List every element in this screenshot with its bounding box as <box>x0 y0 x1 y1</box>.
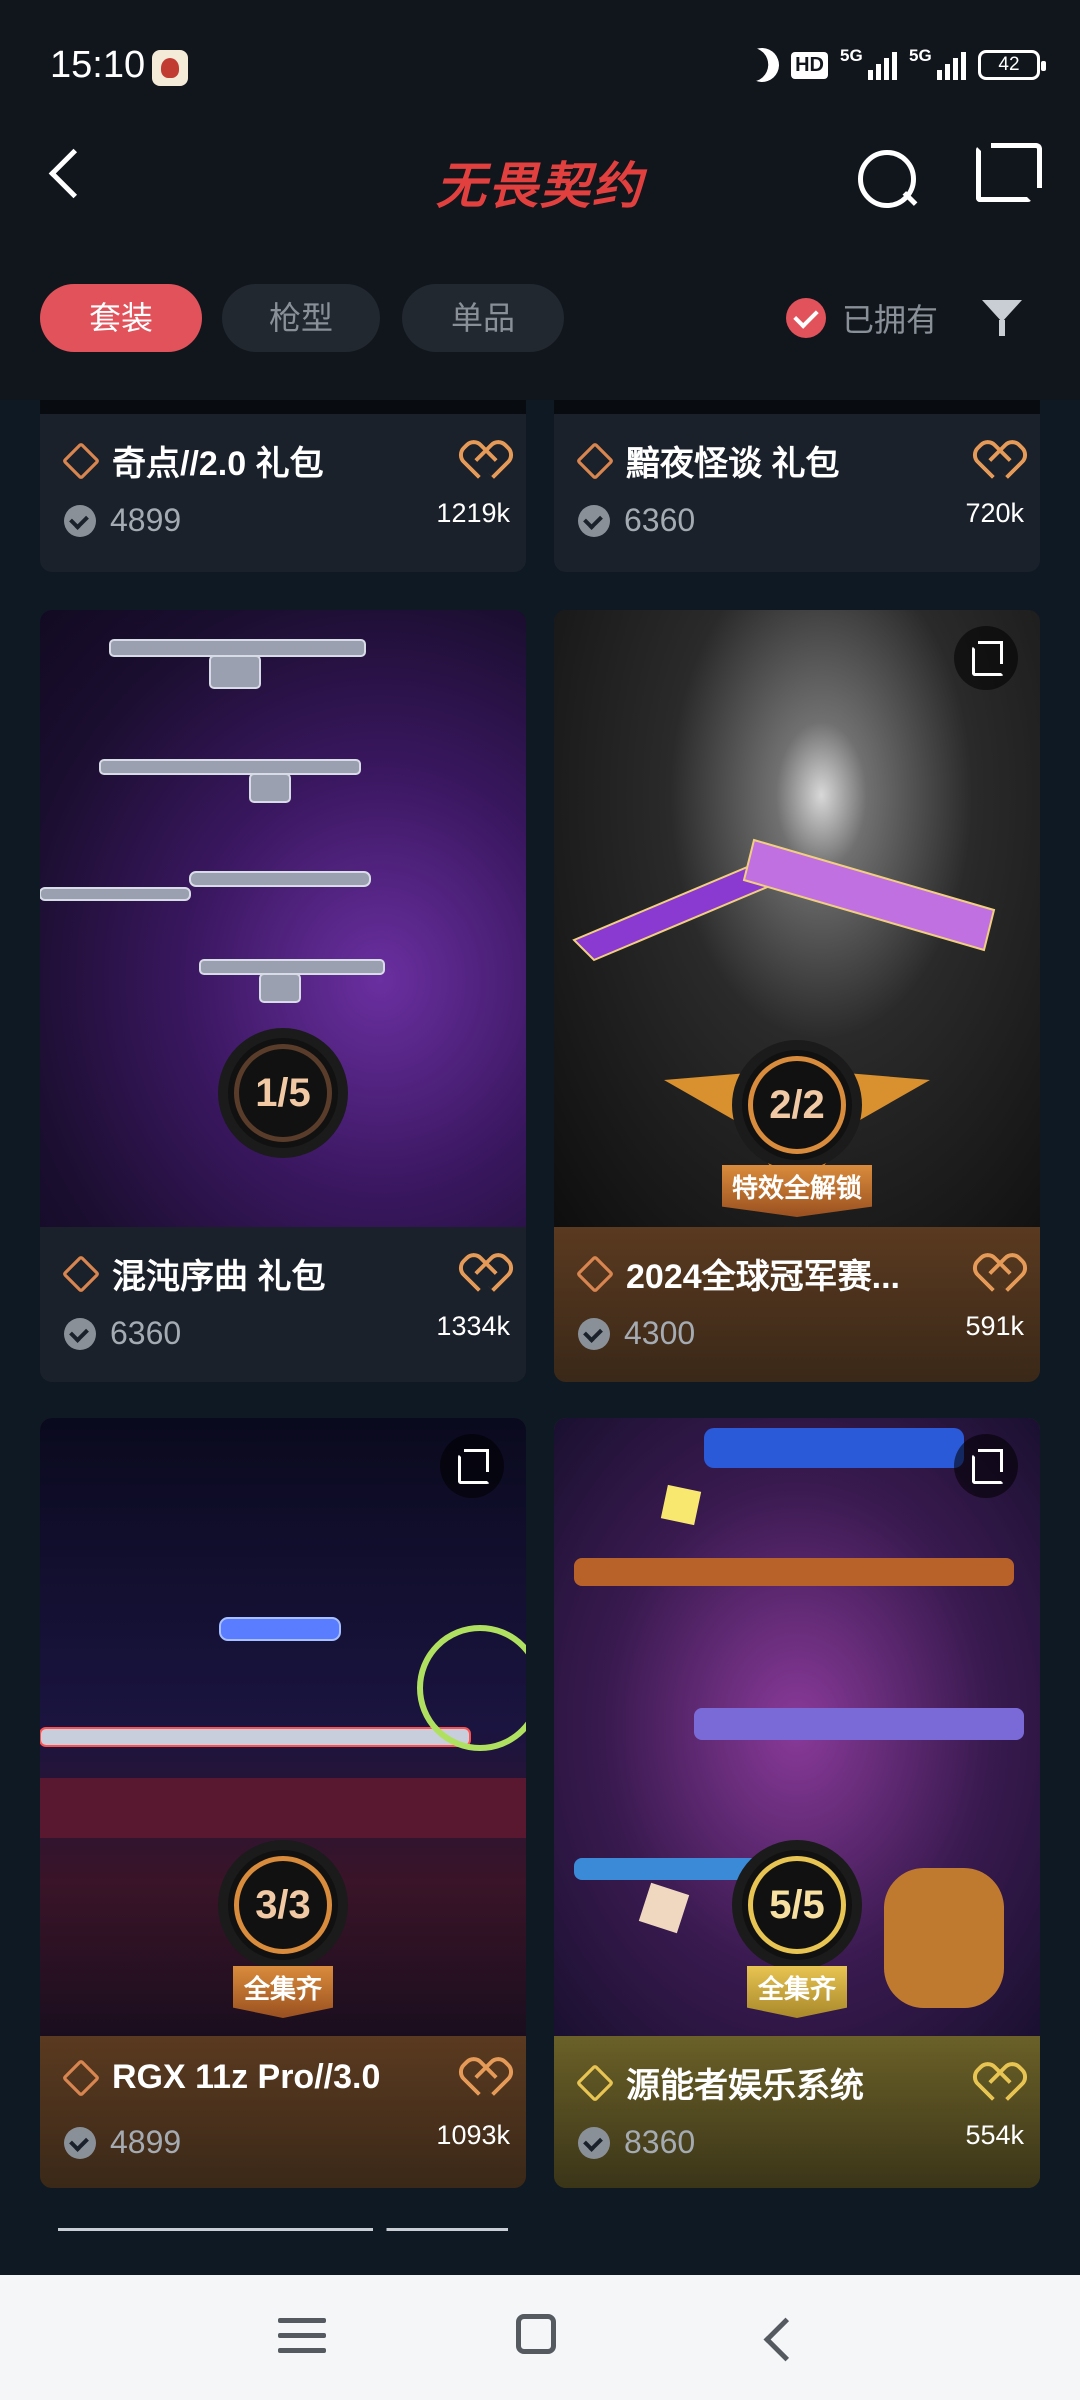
status-ribbon: 全集齐 <box>747 1966 847 2018</box>
owned-toggle[interactable]: 已拥有 <box>786 294 938 342</box>
rank-icon <box>61 2058 101 2097</box>
progress-text: 3/3 <box>255 1883 311 1927</box>
status-bar: 15:10 HD 5G 5G 42 <box>0 0 1080 130</box>
rank-icon <box>575 2063 615 2102</box>
bundle-name: 源能者娱乐系统 <box>626 2067 864 2105</box>
favorite-count: 554k <box>965 2120 1024 2150</box>
progress-badge: 3/3 <box>218 1840 348 1970</box>
status-icons: HD 5G 5G 42 <box>745 46 1046 82</box>
progress-text: 2/2 <box>769 1083 825 1127</box>
signal-label: 5G <box>909 46 932 65</box>
price: 4899 <box>64 502 181 539</box>
progress-text: 5/5 <box>769 1883 825 1927</box>
price-value: 4300 <box>624 1315 696 1351</box>
bundle-card[interactable]: 5/5 全集齐 源能者娱乐系统 8360 554k <box>554 1418 1040 2188</box>
bundle-card[interactable]: 3/3 全集齐 RGX 11z Pro//3.0 4899 1093k <box>40 1418 526 2188</box>
price: 4899 <box>64 2124 181 2161</box>
hd-icon: HD <box>791 51 828 79</box>
price: 8360 <box>578 2124 695 2161</box>
signal-icon: 5G <box>909 46 966 80</box>
price-value: 4899 <box>110 502 182 538</box>
rank-icon <box>575 441 615 480</box>
progress-badge: 5/5 <box>732 1840 862 1970</box>
funnel-icon[interactable] <box>980 296 1024 340</box>
back-icon[interactable] <box>756 2316 796 2360</box>
bundle-card[interactable]: 黯夜怪谈 礼包 6360 720k <box>554 400 1040 572</box>
rank-icon <box>575 1254 615 1293</box>
status-time: 15:10 <box>50 44 146 86</box>
signal-label: 5G <box>840 46 863 65</box>
heart-icon[interactable] <box>466 443 506 479</box>
home-icon[interactable] <box>516 2314 556 2354</box>
progress-badge: 1/5 <box>218 1028 348 1158</box>
price-value: 8360 <box>624 2124 696 2160</box>
bundle-grid: 奇点//2.0 礼包 4899 1219k 黯夜怪谈 礼包 6360 720k <box>0 400 1080 2275</box>
progress-text: 1/5 <box>255 1071 311 1115</box>
favorite-count: 720k <box>965 498 1024 528</box>
tab-bundles[interactable]: 套装 <box>40 284 202 352</box>
currency-icon <box>578 504 610 537</box>
search-icon[interactable] <box>852 144 918 210</box>
price: 6360 <box>64 1315 181 1352</box>
status-ribbon: 特效全解锁 <box>722 1165 872 1217</box>
price-value: 6360 <box>110 1315 182 1351</box>
favorite-count: 1334k <box>436 1311 510 1341</box>
tab-weapon-type[interactable]: 枪型 <box>222 284 380 352</box>
price-value: 6360 <box>624 502 696 538</box>
owned-label: 已拥有 <box>842 302 939 338</box>
tab-single-item[interactable]: 单品 <box>402 284 564 352</box>
heart-icon[interactable] <box>980 2065 1020 2101</box>
status-ribbon: 全集齐 <box>233 1966 333 2018</box>
menu-icon[interactable] <box>278 2318 326 2358</box>
progress-badge: 2/2 <box>732 1040 862 1170</box>
app-notification-icon <box>152 50 188 86</box>
bundle-name: 黯夜怪谈 礼包 <box>626 445 840 483</box>
rank-icon <box>61 1254 101 1293</box>
favorite-count: 591k <box>965 1311 1024 1341</box>
favorite-count: 1219k <box>436 498 510 528</box>
currency-icon <box>578 2126 610 2159</box>
share-icon[interactable] <box>954 626 1018 690</box>
heart-icon[interactable] <box>980 1256 1020 1292</box>
bundle-card[interactable]: 2/2 特效全解锁 2024全球冠军赛... 4300 591k <box>554 610 1040 1382</box>
bundle-name: 2024全球冠军赛... <box>626 1258 900 1296</box>
bundle-name: 奇点//2.0 礼包 <box>112 445 324 483</box>
checkmark-icon <box>786 298 826 338</box>
share-icon[interactable] <box>976 143 1042 202</box>
currency-icon <box>64 504 96 537</box>
favorite-count: 1093k <box>436 2120 510 2150</box>
battery-icon: 42 <box>978 50 1046 80</box>
currency-icon <box>64 1317 96 1350</box>
signal-icon: 5G <box>840 46 897 80</box>
price: 6360 <box>578 502 695 539</box>
heart-icon[interactable] <box>466 1256 506 1292</box>
moon-icon <box>740 43 784 87</box>
currency-icon <box>578 1317 610 1350</box>
share-icon[interactable] <box>440 1434 504 1498</box>
bundle-card[interactable]: 1/5 混沌序曲 礼包 6360 1334k <box>40 610 526 1382</box>
currency-icon <box>64 2126 96 2159</box>
bundle-name: 混沌序曲 礼包 <box>112 1258 326 1296</box>
heart-icon[interactable] <box>980 443 1020 479</box>
heart-icon[interactable] <box>466 2060 506 2096</box>
rank-icon <box>61 441 101 480</box>
share-icon[interactable] <box>954 1434 1018 1498</box>
price-value: 4899 <box>110 2124 182 2160</box>
app-logo: 无畏契约 <box>436 157 644 215</box>
bundle-name: RGX 11z Pro//3.0 <box>112 2058 381 2096</box>
bundle-card[interactable]: 奇点//2.0 礼包 4899 1219k <box>40 400 526 572</box>
price: 4300 <box>578 1315 695 1352</box>
scroll-indicator <box>58 2228 508 2231</box>
